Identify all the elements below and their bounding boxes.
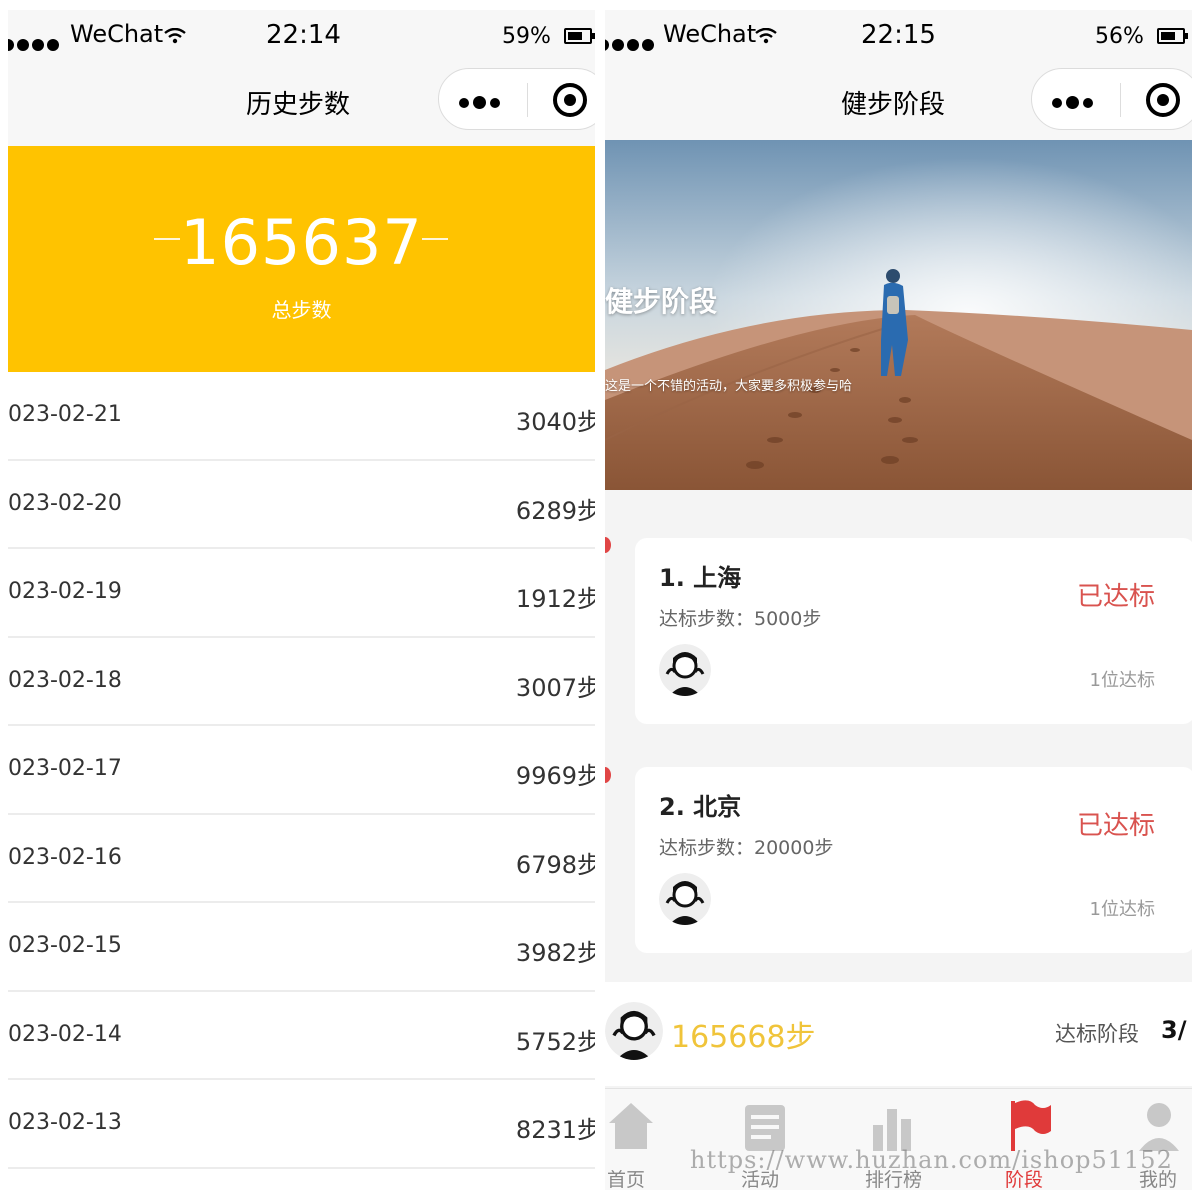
tab-home[interactable]: 首页 — [605, 1095, 703, 1190]
mini-program-capsule — [1031, 68, 1192, 130]
more-menu-icon[interactable] — [1052, 93, 1097, 112]
page-title: 历史步数 — [246, 90, 351, 120]
history-steps: 6289步 — [515, 496, 595, 525]
capsule-divider — [527, 83, 528, 117]
battery-icon — [564, 28, 595, 44]
stage-achieved-count: 1位达标 — [1089, 899, 1155, 920]
wifi-icon — [164, 28, 186, 44]
history-row: 023-02-18 3007步 — [8, 638, 595, 726]
stage-bullet-dot — [605, 537, 611, 553]
history-row: 023-02-16 6798步 — [8, 815, 595, 903]
panel-divider — [595, 0, 605, 1200]
hero-title: 健步阶段 — [605, 285, 718, 318]
signal-icon — [605, 36, 657, 55]
history-date: 023-02-19 — [8, 579, 122, 604]
history-steps-screen: WeChat 22:14 59% 历史步数 165637 总步数 023-02-… — [8, 10, 595, 1190]
history-steps: 3040步 — [515, 408, 595, 436]
hero-banner: 健步阶段 这是一个不错的活动，大家要多积极参与哈 — [605, 140, 1192, 490]
history-row: 023-02-19 1912步 — [8, 549, 595, 638]
close-target-icon[interactable] — [553, 83, 587, 117]
history-date: 023-02-18 — [8, 667, 122, 693]
my-total-steps: 165668步 — [671, 1020, 816, 1055]
history-date: 023-02-15 — [8, 933, 122, 958]
total-steps-card: 165637 总步数 — [8, 146, 595, 372]
history-steps: 3007步 — [515, 673, 595, 702]
history-date: 023-02-21 — [8, 402, 122, 427]
signal-icon — [8, 36, 62, 55]
home-icon — [609, 1103, 653, 1149]
nav-bar: 健步阶段 — [605, 62, 1192, 146]
history-date: 023-02-17 — [8, 756, 122, 781]
total-steps-label: 总步数 — [271, 298, 332, 322]
history-row: 023-02-13 8231步 — [8, 1080, 595, 1169]
history-steps: 3982步 — [515, 939, 595, 967]
stage-card[interactable]: 2. 北京 达标步数：20000步 已达标 1位达标 — [605, 767, 1192, 953]
history-date: 023-02-14 — [8, 1021, 122, 1047]
clock: 22:14 — [266, 20, 341, 50]
hero-description: 这是一个不错的活动，大家要多积极参与哈 — [605, 379, 853, 394]
my-summary-bar: 165668步 达标阶段 3/ — [605, 982, 1192, 1086]
close-target-icon[interactable] — [1146, 83, 1180, 117]
clock: 22:15 — [861, 20, 936, 50]
more-menu-icon[interactable] — [459, 93, 504, 112]
avatar — [605, 1002, 663, 1060]
status-bar: WeChat 22:14 59% — [8, 10, 595, 62]
stage-achieved-count: 1位达标 — [1089, 670, 1155, 691]
history-row: 023-02-17 9969步 — [8, 726, 595, 815]
history-steps: 1912步 — [515, 585, 595, 613]
watermark-text: https://www.huzhan.com/ishop51152 — [690, 1146, 1173, 1174]
battery-percent: 59% — [502, 24, 551, 49]
total-steps-value: 165637 — [180, 206, 423, 279]
carrier-label: WeChat — [663, 20, 757, 48]
history-steps: 6798步 — [515, 850, 595, 879]
history-date: 023-02-16 — [8, 844, 122, 870]
carrier-label: WeChat — [70, 20, 164, 48]
history-list: 023-02-21 3040步 023-02-20 6289步 023-02-19 1… — [8, 372, 595, 1169]
stage-name: 1. 上海 — [659, 564, 742, 592]
history-row: 023-02-21 3040步 — [8, 372, 595, 461]
stage-status: 已达标 — [1076, 811, 1155, 841]
page-title: 健步阶段 — [841, 90, 946, 120]
battery-percent: 56% — [1095, 24, 1144, 49]
history-steps: 8231步 — [515, 1116, 595, 1144]
status-bar: WeChat 22:15 56% — [605, 10, 1192, 62]
stage-card[interactable]: 1. 上海 达标步数：5000步 已达标 1位达标 — [605, 537, 1192, 724]
history-date: 023-02-20 — [8, 490, 122, 516]
stage-name: 2. 北京 — [659, 793, 742, 821]
avatar — [659, 644, 711, 696]
stages-reached-label: 达标阶段 — [1055, 1022, 1139, 1046]
wifi-icon — [755, 28, 777, 44]
walk-stages-screen: WeChat 22:15 56% 健步阶段 健步阶段 这是一个不错的活动，大家要… — [605, 10, 1192, 1190]
stages-reached-value: 3/ — [1161, 1016, 1187, 1044]
stage-bullet-dot — [605, 767, 611, 783]
capsule-divider — [1120, 83, 1121, 117]
tab-label: 首页 — [607, 1169, 646, 1190]
tab-bar: 首页 活动 排行榜 阶段 我的 — [605, 1088, 1192, 1190]
history-steps: 5752步 — [515, 1027, 595, 1056]
stage-status: 已达标 — [1076, 582, 1155, 612]
nav-bar: 历史步数 — [8, 62, 595, 146]
stage-requirement: 达标步数：20000步 — [659, 837, 834, 859]
history-row: 023-02-15 3982步 — [8, 903, 595, 992]
history-row: 023-02-14 5752步 — [8, 992, 595, 1080]
mini-program-capsule — [438, 68, 595, 130]
history-row: 023-02-20 6289步 — [8, 461, 595, 549]
history-date: 023-02-13 — [8, 1110, 122, 1135]
decor-dash-right — [422, 238, 448, 240]
avatar — [659, 873, 711, 925]
battery-icon — [1157, 28, 1188, 44]
stage-requirement: 达标步数：5000步 — [659, 608, 822, 630]
history-steps: 9969步 — [515, 762, 595, 790]
